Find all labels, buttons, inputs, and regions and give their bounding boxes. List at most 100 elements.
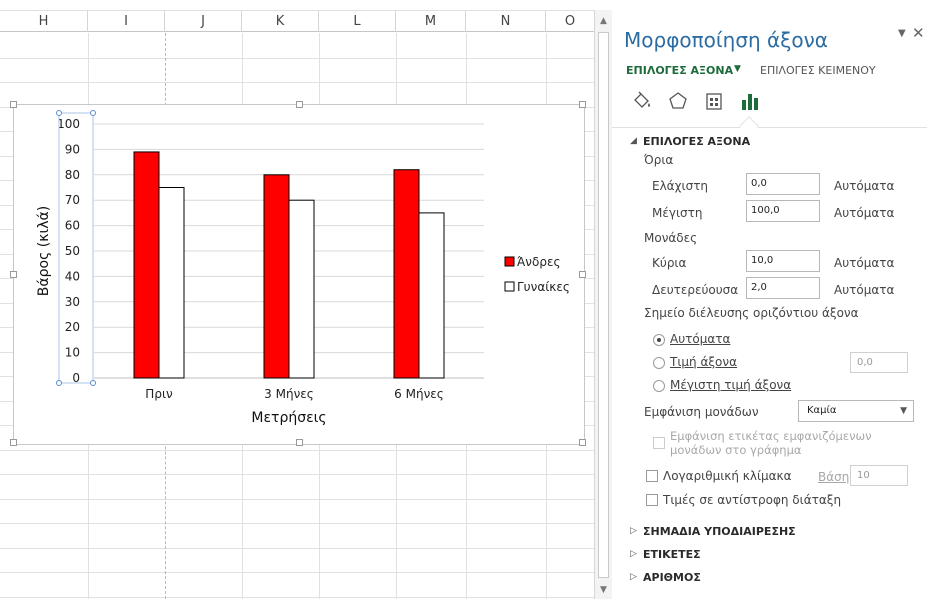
log-base-input[interactable]: 10 bbox=[850, 465, 908, 486]
chart-area[interactable]: 0 10 20 30 40 50 60 70 80 90 100 Πριν 3 Μήνες 6 Μήνες… bbox=[10, 101, 586, 446]
axis-options-icon[interactable] bbox=[738, 90, 762, 112]
chart-resize-handle[interactable] bbox=[10, 271, 17, 278]
chart-resize-handle[interactable] bbox=[296, 439, 303, 446]
x-tick-label: 6 Μήνες bbox=[394, 387, 444, 401]
y-tick-label: 40 bbox=[65, 269, 80, 283]
bar-men bbox=[133, 151, 160, 379]
y-axis-title: Βάρος (κιλά) bbox=[36, 206, 52, 296]
y-tick-label: 80 bbox=[65, 168, 80, 182]
radio-crosses-max[interactable] bbox=[653, 380, 665, 392]
column-header-m[interactable]: M bbox=[396, 11, 466, 32]
column-header-n[interactable]: N bbox=[466, 11, 546, 32]
crosses-label: Σημείο διέλευσης οριζόντιου άξονα bbox=[644, 306, 859, 320]
grid-row-line bbox=[0, 450, 594, 451]
display-units-value: Καμία bbox=[807, 405, 837, 416]
chart-resize-handle[interactable] bbox=[579, 101, 586, 108]
y-tick-label: 20 bbox=[65, 320, 80, 334]
legend-label: Άνδρες bbox=[517, 255, 561, 269]
maximum-auto-label[interactable]: Αυτόματα bbox=[834, 206, 894, 220]
minor-unit-input[interactable]: 2,0 bbox=[746, 277, 820, 299]
fill-line-icon[interactable] bbox=[630, 90, 654, 112]
units-label: Μονάδες bbox=[644, 231, 698, 245]
scroll-up-icon[interactable]: ▲ bbox=[597, 14, 610, 28]
minimum-auto-label[interactable]: Αυτόματα bbox=[834, 179, 894, 193]
chevron-down-icon: ▼ bbox=[900, 406, 907, 416]
collapsed-triangle-icon[interactable]: ▷ bbox=[630, 526, 637, 536]
maximum-label: Μέγιστη bbox=[652, 206, 703, 220]
maximum-input[interactable]: 100,0 bbox=[746, 200, 820, 222]
axis-selection-handle bbox=[56, 110, 62, 116]
major-auto-label[interactable]: Αυτόματα bbox=[834, 256, 894, 270]
legend-swatch bbox=[504, 281, 515, 292]
divider bbox=[612, 127, 927, 128]
bar-men bbox=[263, 174, 290, 379]
chart-resize-handle[interactable] bbox=[10, 101, 17, 108]
chart-resize-handle[interactable] bbox=[579, 271, 586, 278]
column-header-l[interactable]: L bbox=[319, 11, 396, 32]
bar-chart[interactable]: 0102030405060708090100Πριν 3 Μήνες 6 Μήνες… bbox=[14, 105, 586, 446]
column-header-h[interactable]: H bbox=[0, 11, 88, 32]
reverse-order-label[interactable]: Τιμές σε αντίστροφη διάταξη bbox=[663, 493, 841, 507]
axis-selection-handle bbox=[90, 380, 96, 386]
major-unit-input[interactable]: 10,0 bbox=[746, 250, 820, 272]
grid-row-line bbox=[0, 523, 594, 524]
column-header-o[interactable]: O bbox=[546, 11, 594, 32]
section-labels[interactable]: ΕΤΙΚΕΤΕΣ bbox=[643, 548, 701, 561]
vertical-scrollbar[interactable]: ▲ ▼ bbox=[594, 10, 612, 599]
pane-options-dropdown-icon[interactable]: ▼ bbox=[898, 28, 906, 39]
major-unit-label: Κύρια bbox=[652, 256, 687, 270]
chevron-down-icon[interactable]: ▼ bbox=[734, 64, 741, 74]
pane-icon-row bbox=[624, 88, 924, 118]
bounds-label: Όρια bbox=[644, 153, 674, 167]
minimum-label: Ελάχιστη bbox=[652, 179, 709, 193]
chart-resize-handle[interactable] bbox=[10, 439, 17, 446]
active-tab-indicator bbox=[739, 116, 759, 136]
bar-men bbox=[393, 169, 420, 379]
grid-row-line bbox=[0, 548, 594, 549]
x-tick-label: 3 Μήνες bbox=[264, 387, 314, 401]
column-header-i[interactable]: I bbox=[88, 11, 165, 32]
tab-text-options[interactable]: ΕΠΙΛΟΓΕΣ ΚΕΙΜΕΝΟΥ bbox=[760, 64, 876, 77]
column-header-row: H I J K L M N O bbox=[0, 10, 594, 32]
radio-crosses-value-label[interactable]: Τιμή άξονα bbox=[670, 355, 737, 369]
column-header-k[interactable]: K bbox=[242, 11, 319, 32]
grid-row-line bbox=[0, 597, 594, 598]
grid-row-line bbox=[0, 82, 594, 83]
scrollbar-thumb[interactable] bbox=[598, 32, 609, 578]
radio-crosses-auto-label[interactable]: Αυτόματα bbox=[670, 332, 730, 346]
size-properties-icon[interactable] bbox=[702, 90, 726, 112]
close-icon[interactable]: ✕ bbox=[912, 24, 925, 42]
section-axis-options[interactable]: ΕΠΙΛΟΓΕΣ ΑΞΟΝΑ bbox=[643, 135, 750, 148]
bar-women bbox=[288, 199, 315, 379]
axis-selection-handle bbox=[90, 110, 96, 116]
grid-row-line bbox=[0, 499, 594, 500]
radio-crosses-max-label[interactable]: Μέγιστη τιμή άξονα bbox=[670, 378, 791, 392]
section-number[interactable]: ΑΡΙΘΜΟΣ bbox=[643, 571, 701, 584]
chart-resize-handle[interactable] bbox=[296, 101, 303, 108]
log-scale-checkbox[interactable] bbox=[646, 470, 658, 482]
base-label: Βάση bbox=[818, 470, 850, 484]
scroll-down-icon[interactable]: ▼ bbox=[597, 583, 610, 597]
log-scale-label[interactable]: Λογαριθμική κλίμακα bbox=[663, 469, 792, 483]
tab-axis-options[interactable]: ΕΠΙΛΟΓΕΣ ΑΞΟΝΑ bbox=[626, 64, 733, 77]
collapsed-triangle-icon[interactable]: ▷ bbox=[630, 572, 637, 582]
reverse-order-checkbox[interactable] bbox=[646, 494, 658, 506]
grid-row-line bbox=[0, 474, 594, 475]
chart-resize-handle[interactable] bbox=[579, 439, 586, 446]
collapsed-triangle-icon[interactable]: ▷ bbox=[630, 549, 637, 559]
radio-crosses-value[interactable] bbox=[653, 357, 665, 369]
display-units-select[interactable]: Καμία ▼ bbox=[798, 400, 914, 422]
minimum-input[interactable]: 0,0 bbox=[746, 173, 820, 195]
show-units-label: Εμφάνιση ετικέτας εμφανιζόμενων μονάδων … bbox=[670, 429, 872, 457]
section-tick-marks[interactable]: ΣΗΜΑΔΙΑ ΥΠΟΔΙΑΙΡΕΣΗΣ bbox=[643, 525, 796, 538]
effects-icon[interactable] bbox=[666, 90, 690, 112]
display-units-label: Εμφάνιση μονάδων bbox=[644, 405, 759, 419]
crosses-value-input[interactable]: 0,0 bbox=[850, 352, 908, 373]
radio-crosses-auto[interactable] bbox=[653, 334, 665, 346]
legend-swatch bbox=[504, 256, 515, 267]
minor-auto-label[interactable]: Αυτόματα bbox=[834, 283, 894, 297]
expanded-triangle-icon[interactable]: ◢ bbox=[630, 136, 637, 146]
minor-unit-label: Δευτερεύουσα bbox=[652, 283, 739, 297]
show-units-checkbox[interactable] bbox=[653, 437, 665, 449]
column-header-j[interactable]: J bbox=[165, 11, 242, 32]
